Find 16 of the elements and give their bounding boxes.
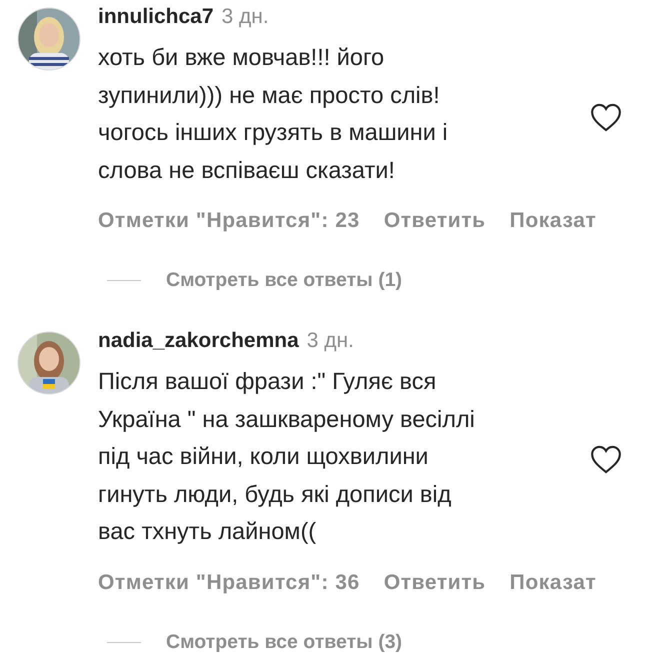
username[interactable]: innulichca7 [98,5,214,29]
more-link[interactable]: Показат [510,570,596,594]
comment-text: Після вашої фрази :" Гуляє вся Україна " на зашквареному весіллі під час війни, коли щохвилини гинуть люди, будь які дописи від вас тхнуть лайном(( [98,367,476,546]
heart-icon[interactable] [590,445,622,474]
view-replies-link[interactable]: Смотреть все ответы (1) [166,269,402,292]
likes-count: Отметки "Нравится": 36 [98,570,360,594]
more-link[interactable]: Показат [510,209,596,233]
reply-link[interactable]: Ответить [384,209,486,233]
timestamp: 3 дн. [306,329,354,353]
view-replies-link[interactable]: Смотреть все ответы (3) [166,630,402,654]
username[interactable]: nadia_zakorchemna [98,329,299,353]
heart-icon[interactable] [590,102,622,132]
timestamp: 3 дн. [222,5,269,29]
comment-text: хоть би вже мовчав!!! його зупинили))) не має просто слів! чогось інших грузять в машини і слова не вспіваєш сказати! [98,43,449,184]
reply-link[interactable]: Ответить [384,570,486,594]
likes-count: Отметки "Нравится": 23 [98,209,360,233]
